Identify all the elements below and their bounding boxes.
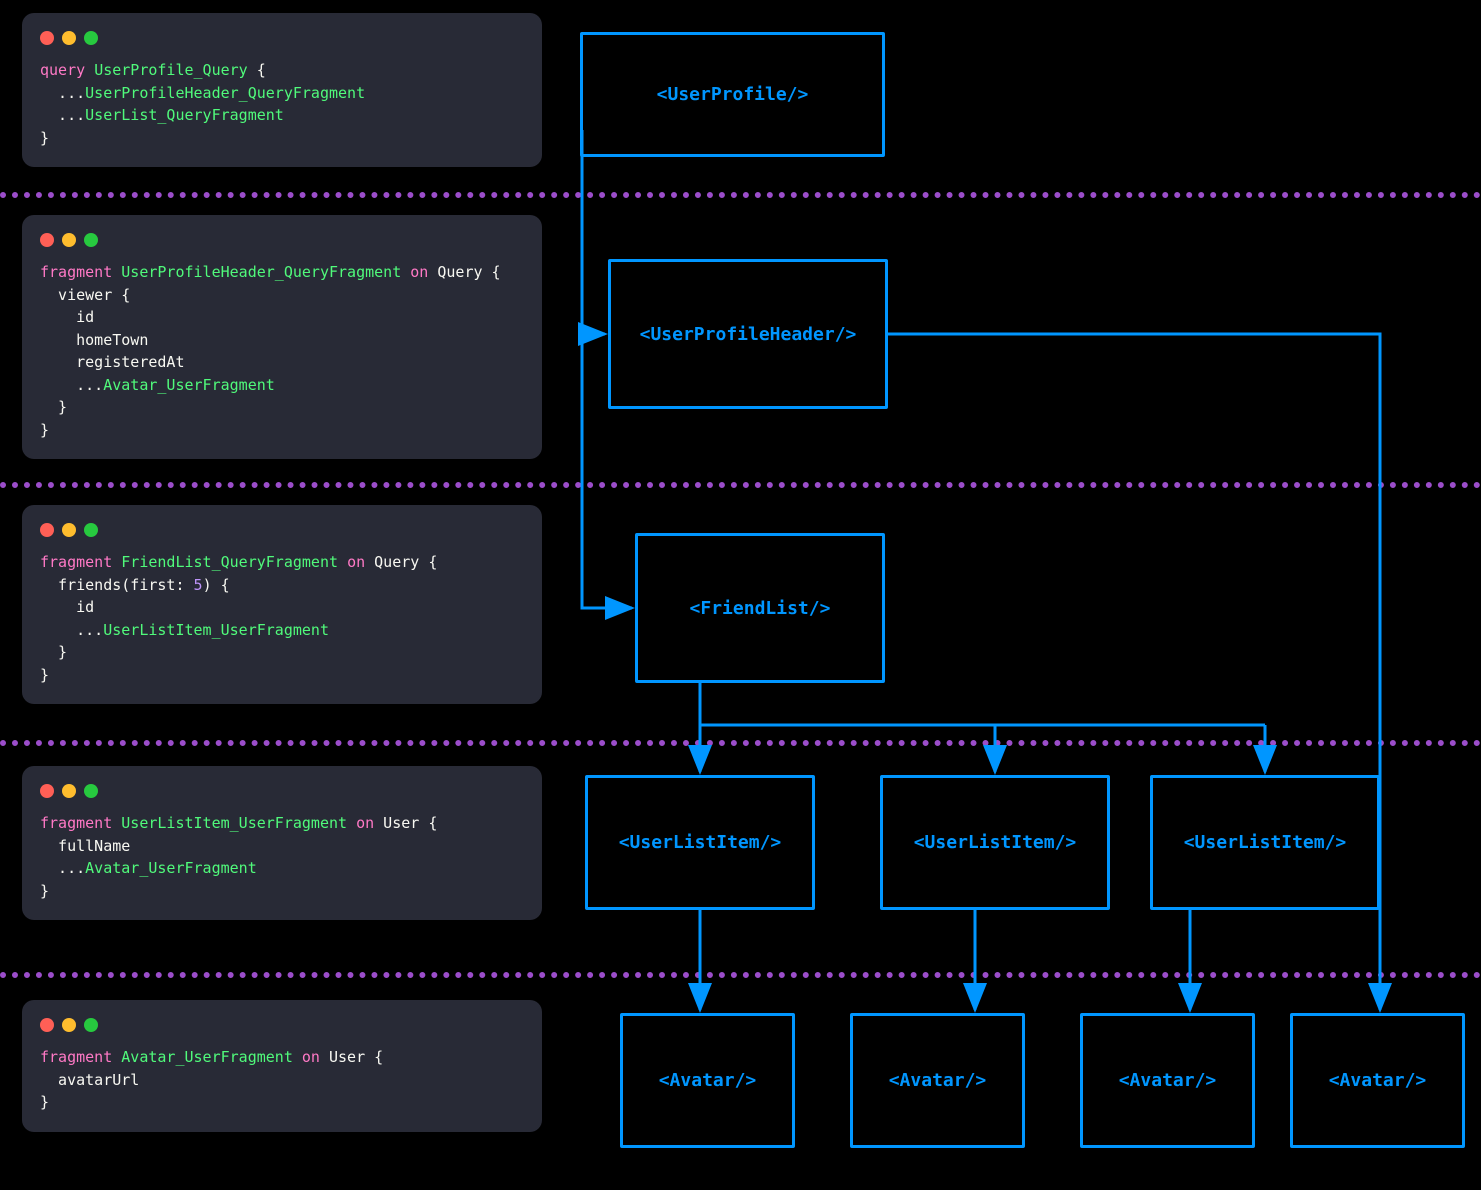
component-label: <UserListItem/> bbox=[619, 832, 782, 853]
component-label: <Avatar/> bbox=[1329, 1070, 1427, 1091]
divider-1 bbox=[0, 192, 1481, 198]
dot-red bbox=[40, 784, 54, 798]
code-panel-query: query UserProfile_Query { ...UserProfile… bbox=[22, 13, 542, 167]
component-avatar-3: <Avatar/> bbox=[1080, 1013, 1255, 1148]
component-avatar-4: <Avatar/> bbox=[1290, 1013, 1465, 1148]
code-content: query UserProfile_Query { ...UserProfile… bbox=[40, 59, 524, 149]
window-dots bbox=[40, 31, 524, 45]
component-user-profile: <UserProfile/> bbox=[580, 32, 885, 157]
dot-red bbox=[40, 31, 54, 45]
component-friend-list: <FriendList/> bbox=[635, 533, 885, 683]
component-user-profile-header: <UserProfileHeader/> bbox=[608, 259, 888, 409]
code-content: fragment Avatar_UserFragment on User { a… bbox=[40, 1046, 524, 1114]
component-user-list-item-3: <UserListItem/> bbox=[1150, 775, 1380, 910]
dot-green bbox=[84, 1018, 98, 1032]
divider-2 bbox=[0, 482, 1481, 488]
window-dots bbox=[40, 523, 524, 537]
dot-yellow bbox=[62, 784, 76, 798]
divider-4 bbox=[0, 972, 1481, 978]
code-panel-avatar-fragment: fragment Avatar_UserFragment on User { a… bbox=[22, 1000, 542, 1132]
dot-green bbox=[84, 233, 98, 247]
code-panel-header-fragment: fragment UserProfileHeader_QueryFragment… bbox=[22, 215, 542, 459]
component-user-list-item-2: <UserListItem/> bbox=[880, 775, 1110, 910]
window-dots bbox=[40, 233, 524, 247]
divider-3 bbox=[0, 740, 1481, 746]
dot-yellow bbox=[62, 523, 76, 537]
dot-red bbox=[40, 1018, 54, 1032]
component-label: <UserListItem/> bbox=[914, 832, 1077, 853]
window-dots bbox=[40, 1018, 524, 1032]
dot-red bbox=[40, 233, 54, 247]
component-label: <UserProfileHeader/> bbox=[640, 324, 857, 345]
dot-green bbox=[84, 784, 98, 798]
dot-yellow bbox=[62, 31, 76, 45]
code-content: fragment UserProfileHeader_QueryFragment… bbox=[40, 261, 524, 441]
code-panel-friendlist-fragment: fragment FriendList_QueryFragment on Que… bbox=[22, 505, 542, 704]
component-label: <Avatar/> bbox=[1119, 1070, 1217, 1091]
dot-red bbox=[40, 523, 54, 537]
component-user-list-item-1: <UserListItem/> bbox=[585, 775, 815, 910]
component-label: <FriendList/> bbox=[690, 598, 831, 619]
dot-yellow bbox=[62, 233, 76, 247]
code-panel-userlistitem-fragment: fragment UserListItem_UserFragment on Us… bbox=[22, 766, 542, 920]
component-avatar-1: <Avatar/> bbox=[620, 1013, 795, 1148]
dot-green bbox=[84, 31, 98, 45]
dot-yellow bbox=[62, 1018, 76, 1032]
component-label: <Avatar/> bbox=[659, 1070, 757, 1091]
component-label: <UserProfile/> bbox=[657, 84, 809, 105]
dot-green bbox=[84, 523, 98, 537]
component-avatar-2: <Avatar/> bbox=[850, 1013, 1025, 1148]
component-label: <UserListItem/> bbox=[1184, 832, 1347, 853]
window-dots bbox=[40, 784, 524, 798]
component-label: <Avatar/> bbox=[889, 1070, 987, 1091]
code-content: fragment UserListItem_UserFragment on Us… bbox=[40, 812, 524, 902]
code-content: fragment FriendList_QueryFragment on Que… bbox=[40, 551, 524, 686]
